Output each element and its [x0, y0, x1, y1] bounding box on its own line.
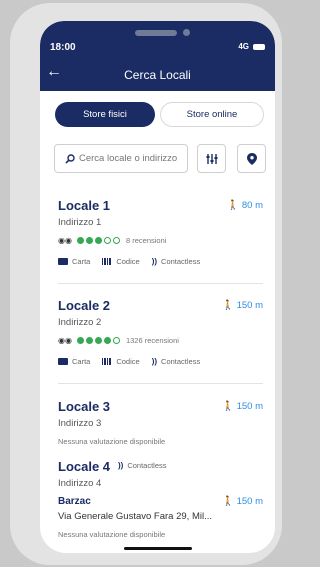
status-indicators: 4G	[238, 42, 265, 51]
payment-contactless: )) Contactless	[151, 257, 201, 266]
rating-dot	[94, 337, 102, 344]
tab-store-online[interactable]: Store online	[160, 102, 264, 127]
payment-card: Carta	[58, 357, 90, 366]
tripadvisor-icon: ◉◉	[58, 236, 72, 245]
camera-dot	[183, 29, 190, 36]
review-count: 1326 recensioni	[125, 336, 179, 345]
header-bar: 18:00 4G ← Cerca Locali	[40, 21, 275, 91]
search-icon	[65, 153, 75, 164]
rating-dot	[112, 337, 120, 344]
battery-icon	[253, 43, 265, 50]
store-distance: 🚶 150 m	[222, 496, 263, 507]
payment-code: Codice	[102, 357, 140, 366]
payment-methods: Carta Codice )) Contactless	[58, 357, 263, 366]
payment-methods: )) Contactless	[118, 461, 167, 470]
rating-dot	[76, 237, 84, 244]
filter-button[interactable]	[197, 144, 226, 173]
location-button[interactable]	[237, 144, 266, 173]
tripadvisor-icon: ◉◉	[58, 336, 72, 345]
rating-dot	[76, 337, 84, 344]
rating-dot	[103, 337, 111, 344]
search-input[interactable]: Cerca locale o indirizzo	[54, 144, 188, 173]
rating-dot	[103, 237, 111, 244]
filter-sliders-icon	[206, 153, 217, 164]
contactless-icon: ))	[118, 461, 124, 470]
store-address: Indirizzo 1	[58, 217, 102, 228]
location-pin-icon	[246, 152, 257, 165]
search-placeholder: Cerca locale o indirizzo	[79, 153, 178, 164]
rating-dot	[112, 237, 120, 244]
home-indicator[interactable]	[124, 547, 192, 550]
store-card[interactable]: Locale 2 🚶 150 m Indirizzo 2 ◉◉ 1326 rec…	[58, 298, 263, 366]
store-address: Via Generale Gustavo Fara 29, Mil...	[58, 511, 213, 522]
payment-card: Carta	[58, 257, 90, 266]
app-screen: 18:00 4G ← Cerca Locali Store fisici Sto…	[40, 21, 275, 553]
store-distance: 🚶 150 m	[222, 401, 263, 412]
contactless-icon: ))	[151, 357, 158, 366]
speaker-notch	[135, 30, 177, 36]
walking-icon: 🚶	[222, 401, 234, 412]
tab-store-fisici[interactable]: Store fisici	[55, 102, 155, 127]
walking-icon: 🚶	[227, 200, 240, 211]
store-rating: ◉◉ 8 recensioni	[58, 236, 263, 245]
walking-icon: 🚶	[222, 300, 234, 311]
rating-dot	[85, 337, 93, 344]
barcode-icon	[102, 258, 113, 265]
status-time: 18:00	[50, 42, 76, 53]
contactless-icon: ))	[151, 257, 158, 266]
store-distance: 🚶 150 m	[222, 300, 263, 311]
store-card[interactable]: Locale 1 🚶 80 m Indirizzo 1 ◉◉ 8 recensi…	[58, 198, 263, 266]
store-card[interactable]: Locale 4 Indirizzo 4 )) Contactless	[58, 459, 263, 489]
store-distance: 🚶 80 m	[227, 200, 263, 211]
rating-dot	[85, 237, 93, 244]
no-rating-text: Nessuna valutazione disponibile	[58, 437, 166, 446]
phone-frame: 18:00 4G ← Cerca Locali Store fisici Sto…	[10, 3, 282, 565]
store-address: Indirizzo 2	[58, 317, 102, 328]
divider	[58, 283, 263, 284]
page-title: Cerca Locali	[124, 68, 191, 82]
review-count: 8 recensioni	[125, 236, 167, 245]
walking-icon: 🚶	[222, 496, 234, 507]
store-card[interactable]: Barzac 🚶 150 m Via Generale Gustavo Fara…	[58, 496, 263, 539]
credit-card-icon	[58, 258, 68, 265]
store-card[interactable]: Locale 3 🚶 150 m Indirizzo 3 Nessuna val…	[58, 399, 263, 446]
credit-card-icon	[58, 358, 68, 365]
payment-contactless: )) Contactless	[118, 461, 167, 470]
payment-code: Codice	[102, 257, 140, 266]
payment-contactless: )) Contactless	[151, 357, 201, 366]
rating-dot	[94, 237, 102, 244]
payment-methods: Carta Codice )) Contactless	[58, 257, 263, 266]
divider	[58, 383, 263, 384]
store-address: Indirizzo 4	[58, 478, 102, 489]
store-rating: ◉◉ 1326 recensioni	[58, 336, 263, 345]
barcode-icon	[102, 358, 113, 365]
store-address: Indirizzo 3	[58, 418, 102, 429]
no-rating-text: Nessuna valutazione disponibile	[58, 530, 166, 539]
network-label: 4G	[238, 42, 249, 51]
